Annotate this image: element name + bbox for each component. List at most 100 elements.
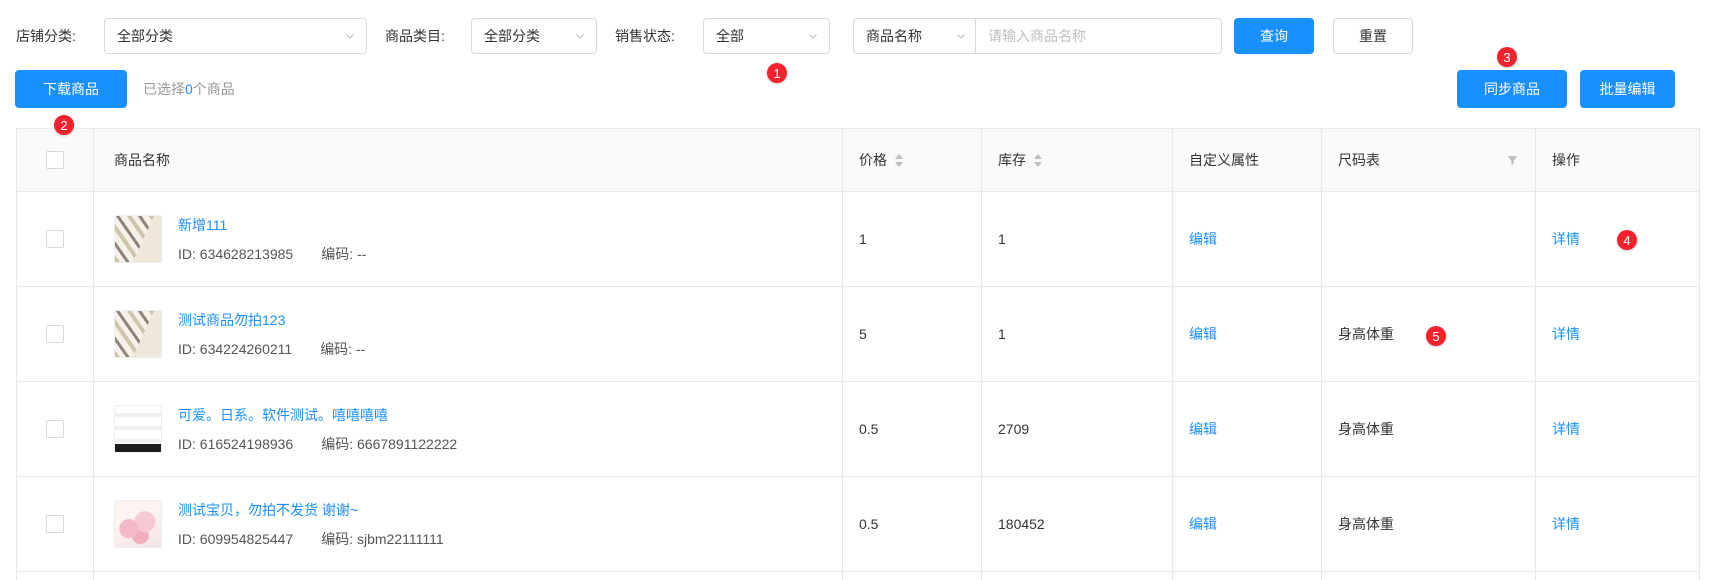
detail-link[interactable]: 详情 — [1552, 229, 1580, 249]
chevron-down-icon — [955, 30, 967, 42]
search-field-select[interactable]: 商品名称 — [854, 19, 976, 53]
annotation-marker-1: 1 — [767, 63, 787, 83]
product-code: 编码: sjbm22111111 — [321, 530, 444, 547]
annotation-marker-4: 4 — [1617, 230, 1637, 250]
product-thumbnail — [114, 405, 162, 453]
product-table: 商品名称 价格 库存 自定义属性 尺码表 操作 新增111 ID: 634628… — [16, 128, 1700, 580]
edit-attr-link[interactable]: 编辑 — [1189, 324, 1217, 344]
header-checkbox-cell — [17, 129, 94, 191]
product-category-label: 商品类目: — [385, 28, 445, 44]
detail-link[interactable]: 详情 — [1552, 514, 1580, 534]
product-meta: ID: 634224260211 编码: -- — [178, 339, 365, 359]
price-cell: 5 — [843, 287, 982, 381]
product-meta: ID: 616524198936 编码: 6667891122222 — [178, 434, 457, 454]
sale-status-value: 全部 — [716, 28, 744, 44]
stock-cell: 2709 — [982, 382, 1173, 476]
stock-cell: 180452 — [982, 477, 1173, 571]
header-stock: 库存 — [982, 129, 1173, 191]
selected-count-text: 已选择0个商品 — [143, 70, 235, 108]
search-field-value: 商品名称 — [866, 28, 922, 44]
edit-attr-link[interactable]: 编辑 — [1189, 229, 1217, 249]
product-title-link[interactable]: 测试宝贝，勿拍不发货 谢谢~ — [178, 500, 444, 520]
table-row: 测试商品勿拍123 ID: 634224260211 编码: -- 5 1 编辑 … — [17, 287, 1699, 382]
product-code: 编码: 6667891122222 — [321, 435, 458, 452]
header-price-label: 价格 — [859, 152, 887, 168]
reset-button[interactable]: 重置 — [1333, 18, 1413, 54]
sale-status-select[interactable]: 全部 — [703, 18, 830, 54]
detail-link[interactable]: 详情 — [1552, 324, 1580, 344]
annotation-marker-5: 5 — [1426, 326, 1446, 346]
product-meta: ID: 609954825447 编码: sjbm22111111 — [178, 529, 444, 549]
product-code: 编码: -- — [320, 340, 366, 357]
selected-prefix: 已选择 — [143, 81, 185, 97]
size-chart-value: 身高体重 — [1338, 516, 1394, 532]
header-size-chart-label: 尺码表 — [1338, 152, 1380, 168]
product-title-link[interactable]: 可爱。日系。软件测试。嘻嘻嘻嘻 — [178, 405, 457, 425]
filter-funnel-icon[interactable] — [1506, 154, 1519, 167]
table-body: 新增111 ID: 634628213985 编码: -- 1 1 编辑 详情 — [17, 192, 1699, 580]
price-sort-icon[interactable] — [895, 153, 903, 167]
shop-category-label: 店铺分类: — [16, 28, 76, 44]
product-id: ID: 616524198936 — [178, 435, 294, 452]
sale-status-label: 销售状态: — [615, 28, 675, 44]
shop-category-select[interactable]: 全部分类 — [104, 18, 367, 54]
chevron-down-icon — [807, 30, 819, 42]
header-custom-attr: 自定义属性 — [1173, 129, 1322, 191]
stock-cell: 1 — [982, 287, 1173, 381]
batch-edit-button[interactable]: 批量编辑 — [1580, 70, 1675, 108]
product-title-link[interactable]: 测试商品勿拍123 — [178, 310, 365, 330]
sync-products-button[interactable]: 同步商品 — [1457, 70, 1567, 108]
annotation-marker-2: 2 — [54, 115, 74, 135]
product-category-value: 全部分类 — [484, 28, 540, 44]
header-name-label: 商品名称 — [114, 152, 170, 168]
detail-link[interactable]: 详情 — [1552, 419, 1580, 439]
row-checkbox[interactable] — [46, 325, 64, 343]
row-checkbox[interactable] — [46, 230, 64, 248]
stock-sort-icon[interactable] — [1034, 153, 1042, 167]
query-button[interactable]: 查询 — [1234, 18, 1314, 54]
shop-category-value: 全部分类 — [117, 28, 173, 44]
header-size-chart: 尺码表 — [1322, 129, 1536, 191]
download-products-button[interactable]: 下载商品 — [15, 70, 127, 108]
selected-count: 0 — [185, 81, 193, 97]
header-stock-label: 库存 — [998, 152, 1026, 168]
product-id: ID: 634628213985 — [178, 245, 294, 262]
price-cell: 0.5 — [843, 477, 982, 571]
selected-suffix: 个商品 — [192, 81, 235, 97]
product-code: 编码: -- — [321, 245, 367, 262]
header-price: 价格 — [843, 129, 982, 191]
product-thumbnail — [114, 310, 162, 358]
header-name: 商品名称 — [94, 129, 843, 191]
product-id: ID: 634224260211 — [178, 340, 293, 357]
header-actions: 操作 — [1536, 129, 1700, 191]
price-cell: 0.5 — [843, 382, 982, 476]
product-management-page: 店铺分类: 全部分类 商品类目: 全部分类 销售状态: 全部 商品名称 查询 重… — [0, 0, 1710, 580]
size-chart-value: 身高体重 — [1338, 421, 1394, 437]
product-meta: ID: 634628213985 编码: -- — [178, 244, 366, 264]
table-row: 新增111 ID: 634628213985 编码: -- 1 1 编辑 详情 — [17, 192, 1699, 287]
product-name-input[interactable] — [976, 19, 1221, 53]
select-all-checkbox[interactable] — [46, 151, 64, 169]
size-chart-value: 身高体重 — [1338, 326, 1394, 342]
product-title-link[interactable]: 新增111 — [178, 215, 366, 235]
chevron-down-icon — [574, 30, 586, 42]
annotation-marker-3: 3 — [1497, 47, 1517, 67]
table-row: 可爱。日系。软件测试。嘻嘻嘻嘻 ID: 616524198936 编码: 6667… — [17, 382, 1699, 477]
product-id: ID: 609954825447 — [178, 530, 294, 547]
price-cell: 1 — [843, 192, 982, 286]
header-actions-label: 操作 — [1552, 152, 1580, 168]
stock-cell: 1 — [982, 192, 1173, 286]
row-checkbox[interactable] — [46, 420, 64, 438]
header-custom-attr-label: 自定义属性 — [1189, 152, 1259, 168]
product-name-search-group: 商品名称 — [853, 18, 1222, 54]
table-header: 商品名称 价格 库存 自定义属性 尺码表 操作 — [17, 129, 1699, 192]
edit-attr-link[interactable]: 编辑 — [1189, 419, 1217, 439]
table-row — [17, 572, 1699, 580]
table-row: 测试宝贝，勿拍不发货 谢谢~ ID: 609954825447 编码: sjbm2… — [17, 477, 1699, 572]
edit-attr-link[interactable]: 编辑 — [1189, 514, 1217, 534]
product-thumbnail — [114, 215, 162, 263]
chevron-down-icon — [344, 30, 356, 42]
product-category-select[interactable]: 全部分类 — [471, 18, 597, 54]
product-thumbnail — [114, 500, 162, 548]
row-checkbox[interactable] — [46, 515, 64, 533]
